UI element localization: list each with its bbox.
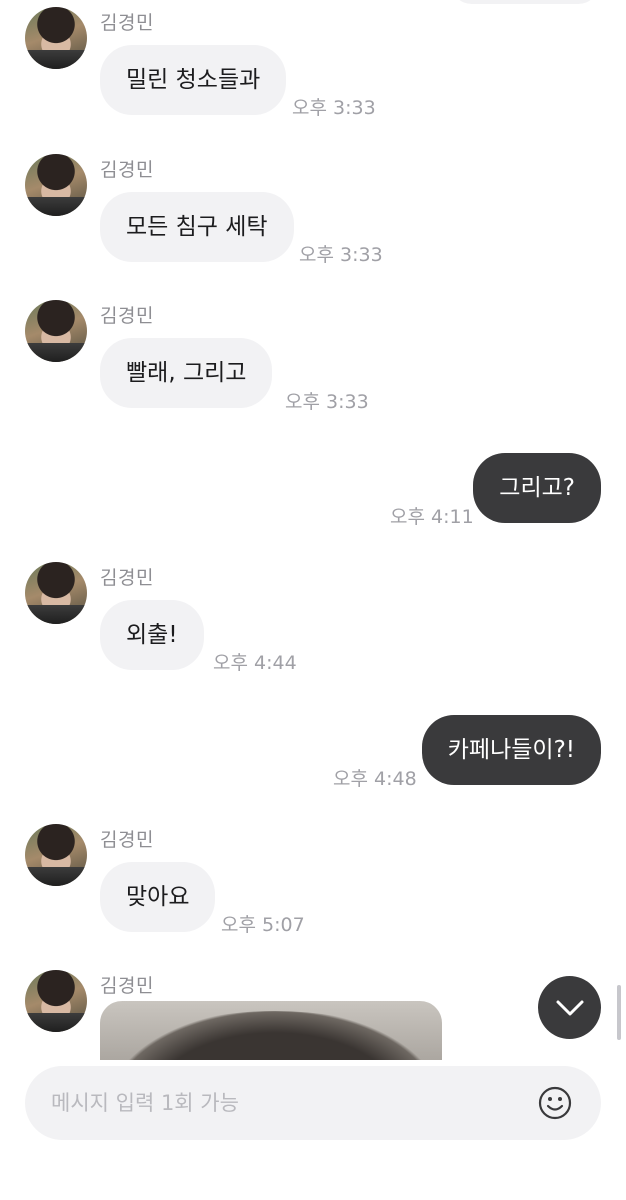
message-timestamp: 오후 4:44 bbox=[213, 652, 297, 674]
sender-avatar[interactable] bbox=[25, 7, 87, 69]
sender-avatar[interactable] bbox=[25, 970, 87, 1032]
incoming-message-bubble[interactable]: 외출! bbox=[100, 600, 204, 670]
scroll-to-bottom-button[interactable] bbox=[538, 976, 601, 1039]
chevron-down-icon bbox=[556, 1000, 583, 1015]
sender-name: 김경민 bbox=[100, 975, 154, 997]
message-timestamp: 오후 4:11 bbox=[390, 506, 474, 528]
message-timestamp: 오후 4:48 bbox=[333, 768, 417, 790]
smiley-icon bbox=[538, 1086, 572, 1120]
sender-name: 김경민 bbox=[100, 305, 154, 327]
scroll-indicator[interactable] bbox=[617, 985, 621, 1040]
outgoing-message-bubble[interactable]: 그리고? bbox=[473, 453, 601, 523]
incoming-message-bubble[interactable]: 빨래, 그리고 bbox=[100, 338, 273, 408]
sender-name: 김경민 bbox=[100, 159, 154, 181]
incoming-message-bubble[interactable]: 모든 침구 세탁 bbox=[100, 192, 294, 262]
sender-avatar[interactable] bbox=[25, 562, 87, 624]
message-bubble-partial bbox=[450, 0, 600, 4]
message-composer bbox=[25, 1066, 601, 1140]
sender-name: 김경민 bbox=[100, 567, 154, 589]
sender-avatar[interactable] bbox=[25, 154, 87, 216]
emoji-button[interactable] bbox=[535, 1083, 575, 1123]
incoming-message-bubble[interactable]: 맞아요 bbox=[100, 862, 216, 932]
outgoing-message-bubble[interactable]: 카페나들이?! bbox=[421, 715, 601, 785]
message-timestamp: 오후 5:07 bbox=[221, 914, 305, 936]
message-input[interactable] bbox=[51, 1091, 535, 1115]
message-timestamp: 오후 3:33 bbox=[285, 391, 369, 413]
photo-content bbox=[110, 1011, 440, 1060]
sender-name: 김경민 bbox=[100, 12, 154, 34]
sender-name: 김경민 bbox=[100, 829, 154, 851]
incoming-message-bubble[interactable]: 밀린 청소들과 bbox=[100, 45, 287, 115]
sender-avatar[interactable] bbox=[25, 300, 87, 362]
chat-history[interactable]: 김경민 밀린 청소들과 오후 3:33 김경민 모든 침구 세탁 오후 3:33… bbox=[0, 0, 626, 1060]
message-timestamp: 오후 3:33 bbox=[299, 244, 383, 266]
photo-message[interactable] bbox=[100, 1001, 442, 1060]
message-timestamp: 오후 3:33 bbox=[292, 97, 376, 119]
sender-avatar[interactable] bbox=[25, 824, 87, 886]
